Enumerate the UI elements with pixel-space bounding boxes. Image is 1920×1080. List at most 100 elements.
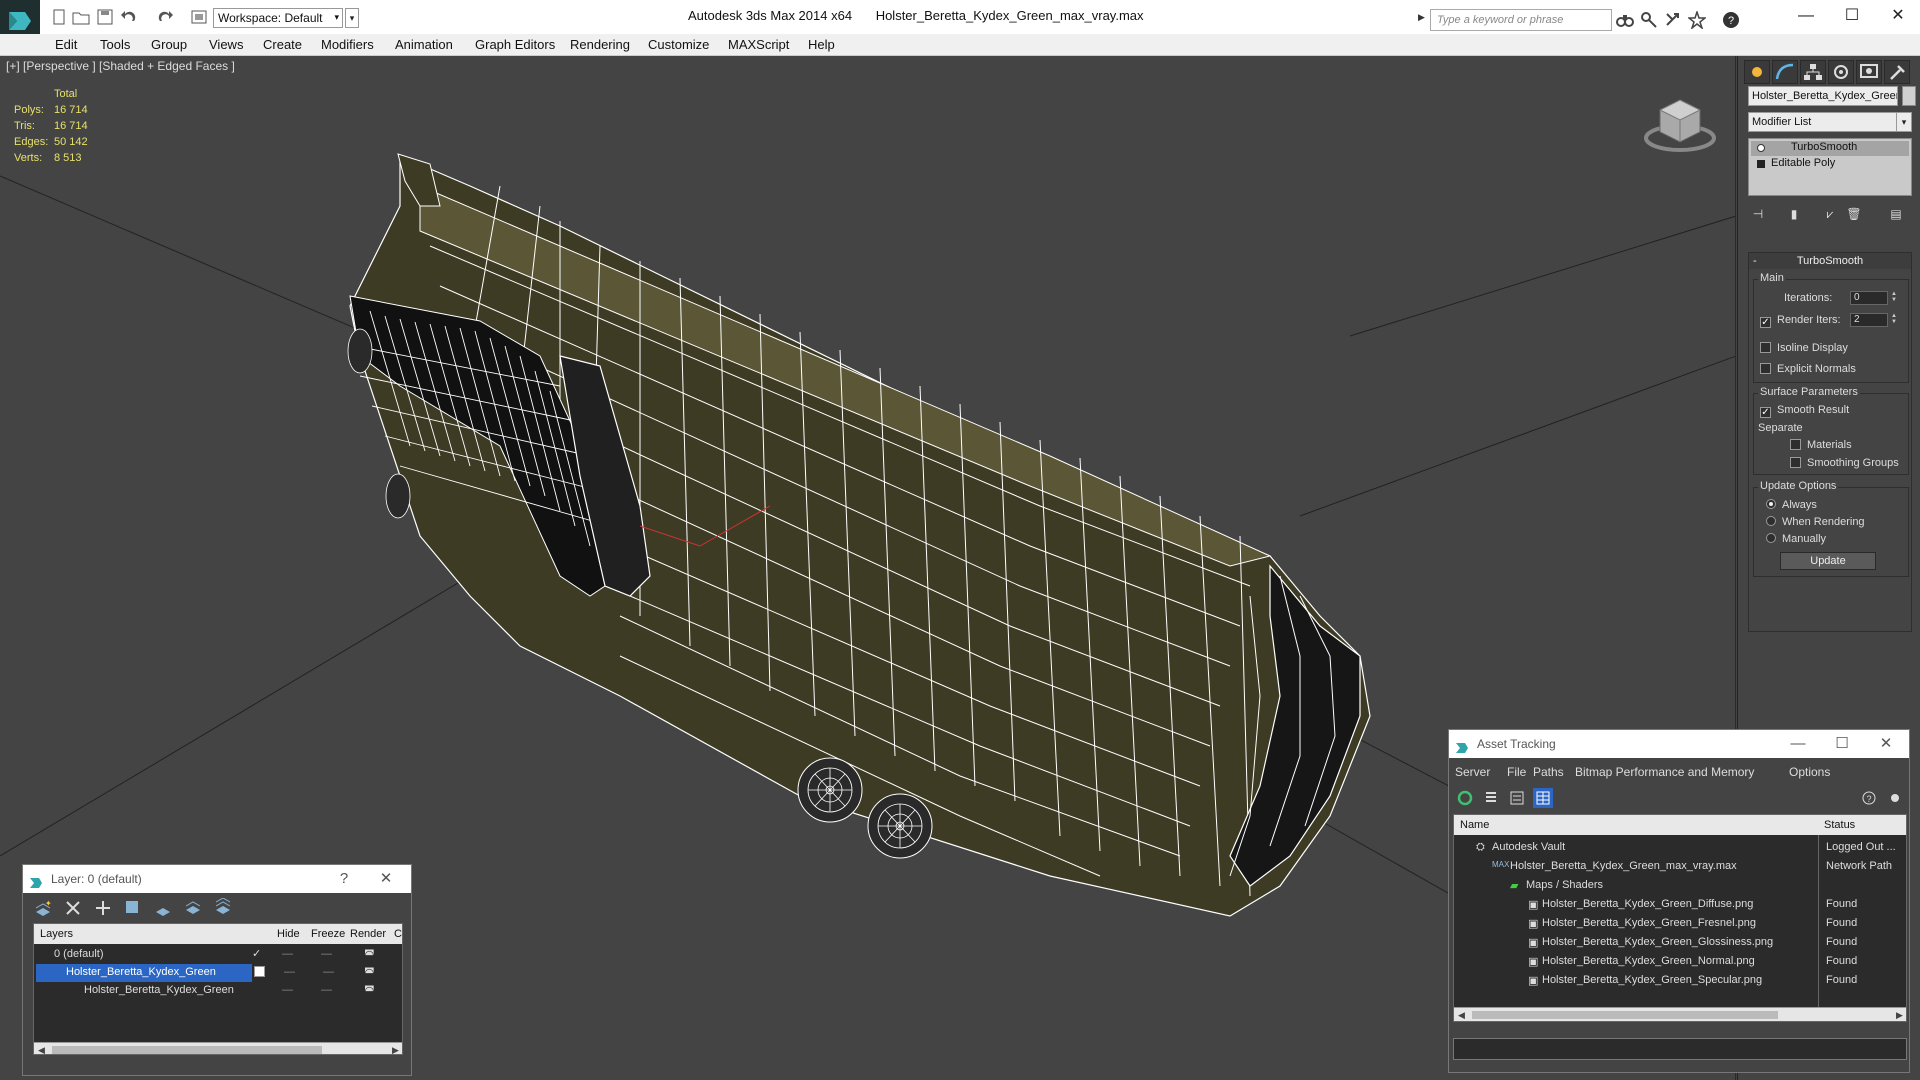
menu-modifiers[interactable]: Modifiers	[321, 37, 374, 52]
lightbulb-icon[interactable]	[1757, 144, 1765, 152]
iterations-spinner[interactable]: 0	[1850, 291, 1888, 305]
render-teapot-icon[interactable]: ◚	[364, 984, 375, 997]
view-cube-icon[interactable]	[1640, 86, 1720, 166]
table-row[interactable]: ⛭ Autodesk Vault Logged Out ...	[1454, 839, 1906, 857]
object-name-field[interactable]: Holster_Beretta_Kydex_Green	[1748, 86, 1898, 106]
refresh-icon[interactable]	[1455, 788, 1475, 808]
open-file-icon[interactable]	[72, 9, 90, 25]
hide-all-layers-icon[interactable]	[213, 897, 233, 918]
make-unique-icon[interactable]: ⩗	[1820, 204, 1840, 224]
viewport-label[interactable]: [+] [Perspective ] [Shaded + Edged Faces…	[6, 59, 235, 73]
layers-horizontal-scrollbar[interactable]: ◀ ▶	[34, 1042, 402, 1054]
layer-window-title-bar[interactable]: Layer: 0 (default) ? ✕	[23, 865, 411, 893]
save-icon[interactable]	[96, 9, 114, 25]
col-name[interactable]: Name	[1460, 815, 1489, 835]
binoculars-icon[interactable]	[1616, 11, 1634, 29]
spinner-arrows-icon[interactable]: ▲ ▼	[1890, 291, 1898, 305]
table-row[interactable]: ▰ Maps / Shaders	[1454, 877, 1906, 895]
undo-icon[interactable]	[120, 9, 138, 25]
menu-customize[interactable]: Customize	[648, 37, 709, 52]
asset-menu-file[interactable]: File	[1507, 765, 1526, 779]
menu-views[interactable]: Views	[209, 37, 243, 52]
table-row[interactable]: ▣ Holster_Beretta_Kydex_Green_Specular.pn…	[1454, 972, 1906, 990]
menu-tools[interactable]: Tools	[100, 37, 130, 52]
redo-icon[interactable]	[156, 9, 174, 25]
help-icon[interactable]: ?	[1722, 11, 1740, 29]
col-hide[interactable]: Hide	[277, 924, 300, 944]
layer-row-selected[interactable]: Holster_Beretta_Kydex_Green	[36, 964, 252, 982]
table-row[interactable]: ▣ Holster_Beretta_Kydex_Green_Glossiness.…	[1454, 934, 1906, 952]
new-file-icon[interactable]	[50, 9, 68, 25]
asset-menu-server[interactable]: Server	[1455, 765, 1490, 779]
render-iters-checkbox[interactable]: ✓	[1760, 317, 1771, 328]
asset-menu-options[interactable]: Options	[1789, 765, 1830, 779]
asset-window-title-bar[interactable]: Asset Tracking — ☐ ✕	[1449, 730, 1909, 758]
pin-stack-icon[interactable]: ⊣	[1748, 204, 1768, 224]
layer-help-button[interactable]: ?	[327, 865, 361, 893]
asset-help-icon[interactable]: ?	[1859, 788, 1879, 808]
smooth-result-checkbox[interactable]: ✓	[1760, 407, 1771, 418]
materials-checkbox[interactable]	[1790, 439, 1801, 450]
layer-object-row[interactable]: Holster_Beretta_Kydex_Green — — ◚	[34, 982, 402, 1000]
table-view-icon[interactable]	[1533, 788, 1553, 808]
workspace-menu-button[interactable]: ▾	[345, 8, 359, 28]
spinner-arrows-icon[interactable]: ▲ ▼	[1890, 313, 1898, 327]
asset-horizontal-scrollbar[interactable]: ◀ ▶	[1454, 1007, 1906, 1021]
asset-minimize-button[interactable]: —	[1781, 730, 1815, 758]
maximize-button[interactable]: ☐	[1832, 4, 1872, 28]
rollout-header[interactable]: - TurboSmooth	[1749, 253, 1911, 269]
close-button[interactable]: ✕	[1878, 4, 1918, 28]
table-row[interactable]: ▣ Holster_Beretta_Kydex_Green_Fresnel.png…	[1454, 915, 1906, 933]
menu-group[interactable]: Group	[151, 37, 187, 52]
isoline-checkbox[interactable]	[1760, 342, 1771, 353]
menu-rendering[interactable]: Rendering	[570, 37, 630, 52]
add-to-layer-icon[interactable]	[93, 898, 113, 918]
modifier-list-dropdown[interactable]: Modifier List	[1748, 112, 1910, 132]
col-color[interactable]: C	[394, 924, 402, 944]
hierarchy-icon[interactable]	[1800, 60, 1826, 84]
tree-view-icon[interactable]	[1507, 788, 1527, 808]
select-objects-icon[interactable]	[123, 898, 143, 918]
asset-menu-bitmap[interactable]: Bitmap Performance and Memory	[1575, 765, 1754, 779]
curve-icon[interactable]	[1772, 60, 1798, 84]
workspace-dropdown[interactable]: Workspace: Default ▾	[213, 8, 343, 28]
layer-current-checkbox[interactable]	[254, 966, 271, 978]
update-button[interactable]: Update	[1780, 552, 1876, 570]
asset-settings-icon[interactable]	[1885, 788, 1905, 808]
smoothing-groups-checkbox[interactable]	[1790, 457, 1801, 468]
stack-item-editable-poly[interactable]: Editable Poly	[1751, 157, 1909, 172]
layer-close-button[interactable]: ✕	[369, 865, 403, 893]
table-row[interactable]: ▣ Holster_Beretta_Kydex_Green_Diffuse.png…	[1454, 896, 1906, 914]
minimize-button[interactable]: —	[1786, 4, 1826, 28]
update-manually-radio[interactable]	[1766, 533, 1776, 543]
table-row[interactable]: ▣ Holster_Beretta_Kydex_Green_Normal.png F…	[1454, 953, 1906, 971]
explicit-normals-checkbox[interactable]	[1760, 363, 1771, 374]
display-icon[interactable]	[1856, 60, 1882, 84]
hammer-icon[interactable]	[1884, 60, 1910, 84]
show-end-result-icon[interactable]: ▮	[1784, 204, 1804, 224]
expand-plus-icon[interactable]	[1757, 160, 1765, 168]
list-view-icon[interactable]	[1481, 788, 1501, 808]
table-row[interactable]: MAX Holster_Beretta_Kydex_Green_max_vray.…	[1454, 858, 1906, 876]
render-teapot-icon[interactable]: ◚	[364, 966, 375, 979]
delete-layer-icon[interactable]	[63, 898, 83, 918]
menu-help[interactable]: Help	[808, 37, 835, 52]
asset-menu-paths[interactable]: Paths	[1533, 765, 1564, 779]
search-expand-icon[interactable]: ▶	[1418, 12, 1425, 23]
configure-sets-icon[interactable]: ▤	[1886, 204, 1906, 224]
col-render[interactable]: Render	[350, 924, 386, 944]
render-teapot-icon[interactable]: ◚	[364, 948, 375, 961]
remove-modifier-icon[interactable]: 🗑	[1844, 204, 1864, 224]
sun-icon[interactable]	[1744, 60, 1770, 84]
set-current-layer-icon[interactable]	[183, 898, 203, 918]
search-input[interactable]: Type a keyword or phrase	[1430, 9, 1612, 31]
menu-edit[interactable]: Edit	[55, 37, 77, 52]
col-status[interactable]: Status	[1824, 815, 1855, 835]
update-always-radio[interactable]	[1766, 499, 1776, 509]
update-when-rendering-radio[interactable]	[1766, 516, 1776, 526]
motion-icon[interactable]	[1828, 60, 1854, 84]
create-layer-icon[interactable]: ✦	[33, 898, 53, 918]
menu-create[interactable]: Create	[263, 37, 302, 52]
star-icon[interactable]	[1686, 9, 1708, 31]
exchange-icon[interactable]	[1664, 11, 1682, 29]
